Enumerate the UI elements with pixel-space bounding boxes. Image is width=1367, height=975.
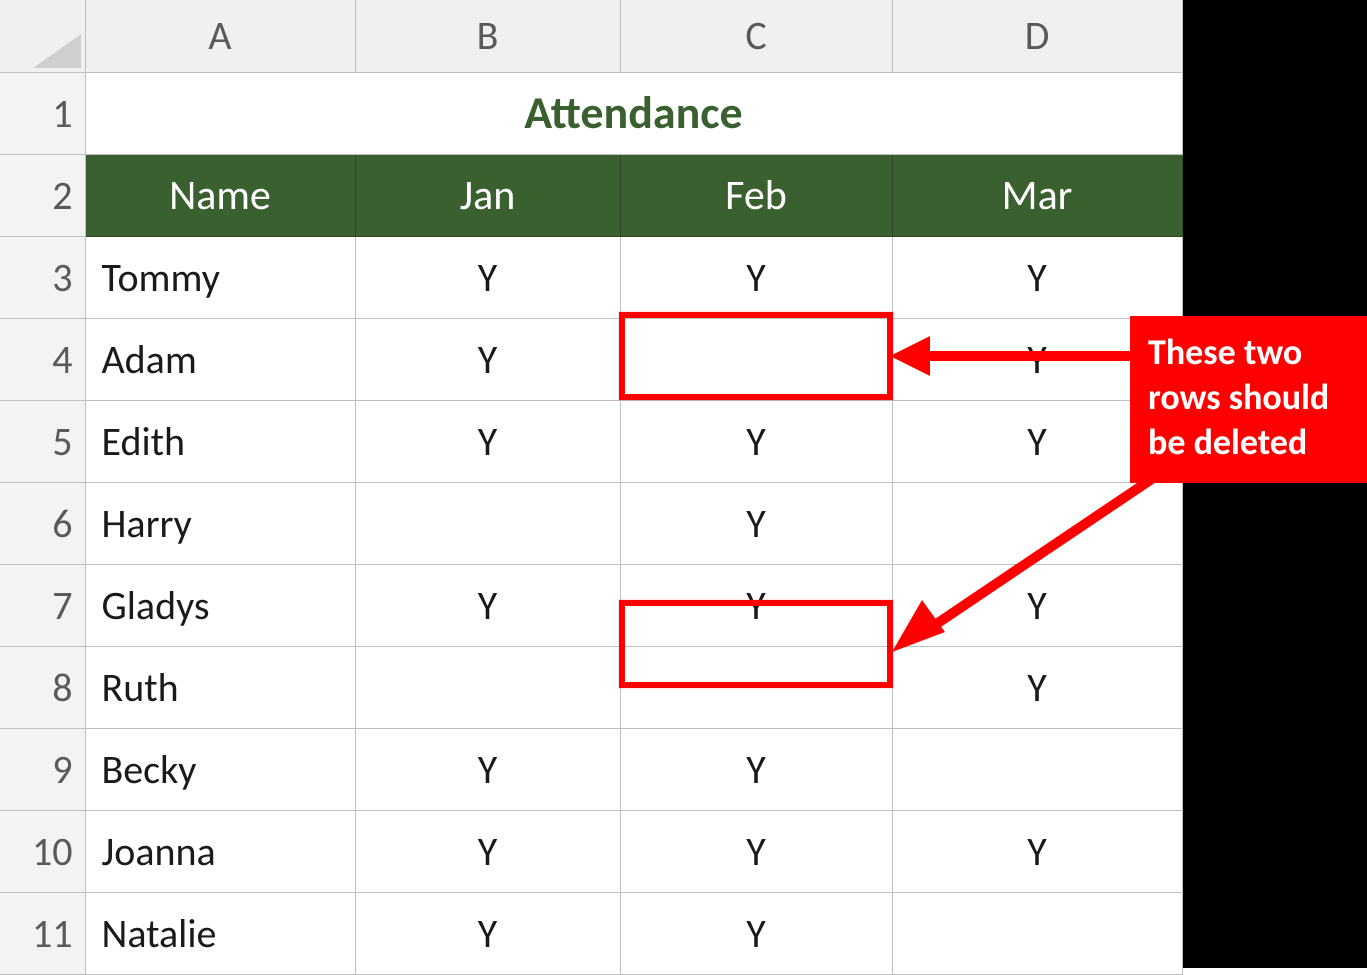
cell-jan[interactable]: Y [355,318,620,400]
cell-feb[interactable]: Y [620,892,892,974]
table-row: 9 Becky Y Y [0,728,1182,810]
cell-jan[interactable]: Y [355,400,620,482]
cell-feb[interactable]: Y [620,564,892,646]
cell-name[interactable]: Edith [85,400,355,482]
table-row: 7 Gladys Y Y Y [0,564,1182,646]
spreadsheet-grid[interactable]: A B C D 1 Attendance 2 Name Jan Feb Mar … [0,0,1183,975]
col-header-C[interactable]: C [620,0,892,72]
cell-mar[interactable]: Y [892,564,1182,646]
cell-mar[interactable]: Y [892,236,1182,318]
table-row: 6 Harry Y [0,482,1182,564]
cell-feb[interactable]: Y [620,482,892,564]
table-row: 4 Adam Y Y [0,318,1182,400]
row-header-11[interactable]: 11 [0,892,85,974]
header-jan[interactable]: Jan [355,154,620,236]
row-2: 2 Name Jan Feb Mar [0,154,1182,236]
cell-feb[interactable]: Y [620,728,892,810]
column-header-row: A B C D [0,0,1182,72]
row-header-6[interactable]: 6 [0,482,85,564]
cell-name[interactable]: Tommy [85,236,355,318]
cell-jan[interactable]: Y [355,236,620,318]
cell-mar[interactable] [892,482,1182,564]
cell-feb[interactable]: Y [620,400,892,482]
col-header-A[interactable]: A [85,0,355,72]
cell-feb[interactable] [620,318,892,400]
row-header-5[interactable]: 5 [0,400,85,482]
right-black-strip [1182,0,1367,968]
cell-jan[interactable]: Y [355,728,620,810]
cell-jan[interactable] [355,482,620,564]
col-header-D[interactable]: D [892,0,1182,72]
callout-line: be deleted [1148,420,1349,465]
cell-jan[interactable]: Y [355,810,620,892]
table-row: 10 Joanna Y Y Y [0,810,1182,892]
row-1: 1 Attendance [0,72,1182,154]
cell-name[interactable]: Gladys [85,564,355,646]
table-row: 11 Natalie Y Y [0,892,1182,974]
header-feb[interactable]: Feb [620,154,892,236]
col-header-B[interactable]: B [355,0,620,72]
row-header-3[interactable]: 3 [0,236,85,318]
callout-line: These two [1148,330,1349,375]
cell-mar[interactable]: Y [892,810,1182,892]
select-all-corner[interactable] [0,0,85,72]
row-header-8[interactable]: 8 [0,646,85,728]
title-cell[interactable]: Attendance [85,72,1182,154]
header-name[interactable]: Name [85,154,355,236]
table-row: 3 Tommy Y Y Y [0,236,1182,318]
cell-jan[interactable]: Y [355,564,620,646]
callout-line: rows should [1148,375,1349,420]
row-header-7[interactable]: 7 [0,564,85,646]
callout-box: These two rows should be deleted [1130,316,1367,483]
row-header-4[interactable]: 4 [0,318,85,400]
cell-name[interactable]: Joanna [85,810,355,892]
cell-jan[interactable] [355,646,620,728]
cell-mar[interactable] [892,728,1182,810]
cell-name[interactable]: Harry [85,482,355,564]
row-header-10[interactable]: 10 [0,810,85,892]
cell-name[interactable]: Adam [85,318,355,400]
row-header-2[interactable]: 2 [0,154,85,236]
cell-jan[interactable]: Y [355,892,620,974]
table-row: 5 Edith Y Y Y [0,400,1182,482]
cell-name[interactable]: Becky [85,728,355,810]
corner-triangle-icon [33,34,81,68]
row-header-9[interactable]: 9 [0,728,85,810]
cell-mar[interactable]: Y [892,646,1182,728]
cell-feb[interactable]: Y [620,236,892,318]
row-header-1[interactable]: 1 [0,72,85,154]
cell-mar[interactable] [892,892,1182,974]
cell-name[interactable]: Natalie [85,892,355,974]
header-mar[interactable]: Mar [892,154,1182,236]
cell-name[interactable]: Ruth [85,646,355,728]
table-row: 8 Ruth Y [0,646,1182,728]
cell-feb[interactable]: Y [620,810,892,892]
cell-feb[interactable] [620,646,892,728]
